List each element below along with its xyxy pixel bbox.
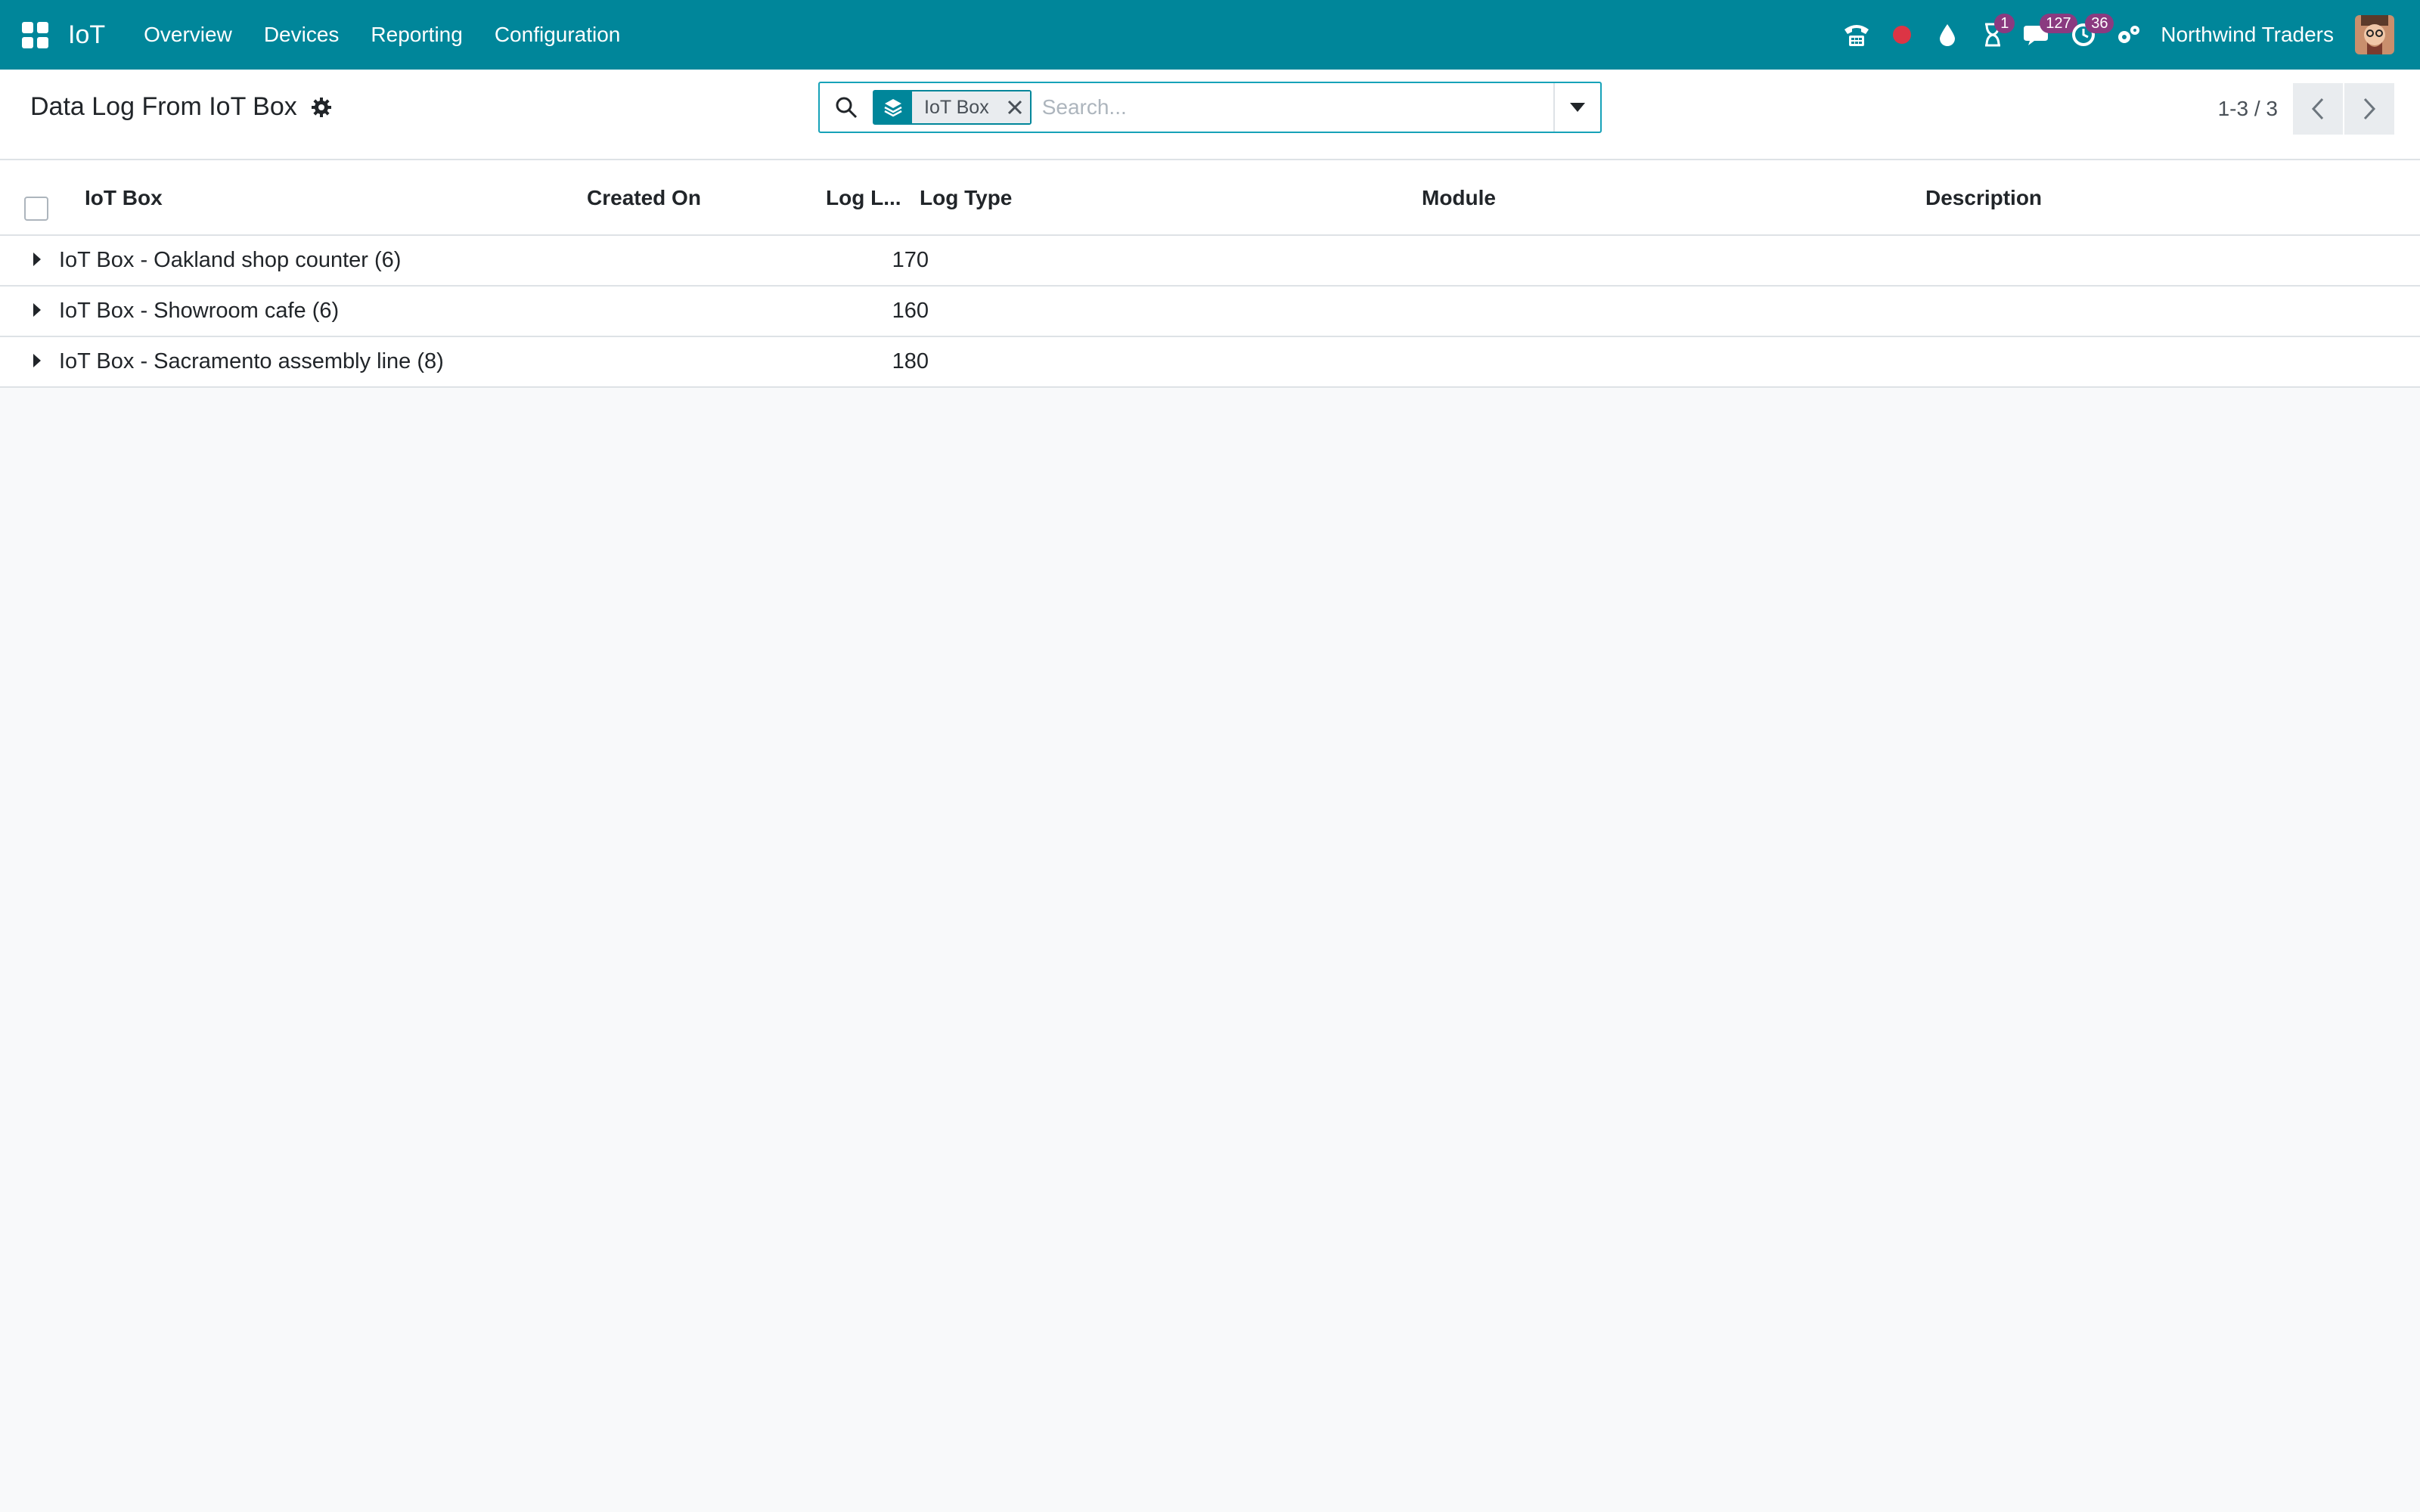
group-row[interactable]: IoT Box - Sacramento assembly line (8) 1… (0, 337, 2420, 388)
menu-reporting[interactable]: Reporting (355, 23, 478, 47)
pager: 1-3 / 3 (2218, 83, 2394, 135)
search-bar: IoT Box (818, 82, 1602, 133)
search-input[interactable] (1041, 95, 1553, 119)
group-log-level-sum: 180 (892, 349, 929, 373)
group-row[interactable]: IoT Box - Oakland shop counter (6) 170 (0, 236, 2420, 287)
activity-badge: 1 (1994, 14, 2015, 33)
record-status-icon[interactable] (1879, 0, 1925, 70)
pager-next-button[interactable] (2344, 83, 2394, 135)
search-options-toggle[interactable] (1553, 83, 1600, 132)
breadcrumb: Data Log From IoT Box (30, 92, 332, 122)
pager-value[interactable]: 1-3 / 3 (2218, 97, 2278, 121)
activity-icon[interactable]: 1 (1970, 0, 2015, 70)
menu-devices[interactable]: Devices (248, 23, 355, 47)
facet-label: IoT Box (912, 91, 1000, 123)
top-navbar: IoT Overview Devices Reporting Configura… (0, 0, 2420, 70)
caret-right-icon (33, 253, 41, 266)
column-log-type[interactable]: Log Type (920, 186, 1012, 210)
app-brand[interactable]: IoT (68, 20, 105, 50)
group-label: IoT Box - Showroom cafe (6) (59, 299, 340, 323)
group-log-level-sum: 170 (892, 248, 929, 272)
select-all-checkbox[interactable] (24, 197, 48, 221)
group-row[interactable]: IoT Box - Showroom cafe (6) 160 (0, 287, 2420, 337)
group-label: IoT Box - Oakland shop counter (6) (59, 248, 402, 272)
droplet-icon[interactable] (1925, 0, 1970, 70)
messages-icon[interactable]: 127 (2015, 0, 2077, 70)
control-panel: Data Log From IoT Box IoT Box 1-3 / 3 (0, 70, 2420, 160)
systray: 1 127 36 Northwind Traders (1834, 0, 2420, 70)
list-view: IoT Box Created On Log L... Log Type Mod… (0, 160, 2420, 388)
column-created-on[interactable]: Created On (587, 186, 701, 210)
column-module[interactable]: Module (1422, 186, 1496, 210)
phone-icon[interactable] (1834, 0, 1879, 70)
group-label: IoT Box - Sacramento assembly line (8) (59, 349, 444, 373)
caret-right-icon (33, 303, 41, 317)
menu-configuration[interactable]: Configuration (479, 23, 637, 47)
main-menu: Overview Devices Reporting Configuration (128, 23, 636, 47)
search-icon[interactable] (820, 96, 873, 119)
apps-menu-icon[interactable] (20, 20, 50, 50)
user-avatar[interactable] (2355, 15, 2394, 54)
groupby-facet: IoT Box (873, 90, 1032, 125)
column-description[interactable]: Description (1925, 186, 2042, 210)
gear-icon[interactable] (311, 97, 332, 118)
caret-right-icon (33, 354, 41, 367)
menu-overview[interactable]: Overview (128, 23, 248, 47)
facet-remove-icon[interactable] (999, 91, 1030, 123)
group-log-level-sum: 160 (892, 299, 929, 323)
pager-previous-button[interactable] (2293, 83, 2343, 135)
page-title: Data Log From IoT Box (30, 92, 297, 121)
timer-icon[interactable]: 36 (2061, 0, 2114, 70)
layers-icon (874, 91, 912, 123)
settings-gears-icon[interactable] (2106, 0, 2152, 70)
table-header: IoT Box Created On Log L... Log Type Mod… (0, 160, 2420, 236)
column-log-level[interactable]: Log L... (826, 186, 901, 210)
column-iot-box[interactable]: IoT Box (85, 186, 163, 210)
company-switcher[interactable]: Northwind Traders (2161, 23, 2334, 47)
